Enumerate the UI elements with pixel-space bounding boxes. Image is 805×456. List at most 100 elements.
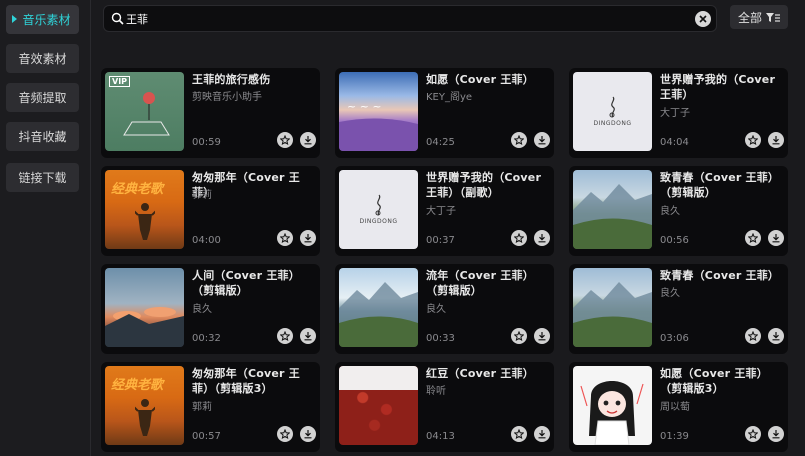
track-duration: 04:00 [192, 235, 221, 246]
track-artist: 良久 [426, 304, 446, 315]
download-icon[interactable] [768, 328, 784, 344]
thumb-script-text: ~ ~ ~ [347, 100, 382, 113]
star-icon[interactable] [745, 328, 761, 344]
cover-thumbnail[interactable] [573, 268, 652, 347]
track-artist: KEY_阁ye [426, 92, 473, 103]
track-title: 世界赠予我的（Cover 王菲） [660, 73, 776, 101]
music-note-icon [375, 194, 381, 216]
close-icon[interactable] [695, 11, 711, 27]
filter-button[interactable]: 全部 [730, 5, 788, 29]
sidebar-item-music[interactable]: 音乐素材 [6, 5, 79, 34]
track-artist: 良久 [192, 304, 212, 315]
track-title: 如愿（Cover 王菲）（剪辑版3） [660, 367, 768, 395]
music-card[interactable]: VIP 王菲的旅行感伤 剪映音乐小助手 00:59 [101, 68, 320, 158]
track-artist: 良久 [660, 206, 680, 217]
track-duration: 00:32 [192, 333, 221, 344]
cover-thumbnail[interactable] [573, 366, 652, 445]
download-icon[interactable] [534, 426, 550, 442]
star-icon[interactable] [277, 230, 293, 246]
cover-thumbnail[interactable] [105, 268, 184, 347]
music-card[interactable]: 致青春（Cover 王菲） 良久 03:06 [569, 264, 788, 354]
music-card[interactable]: 人间（Cover 王菲）（剪辑版） 良久 00:32 [101, 264, 320, 354]
star-icon[interactable] [511, 426, 527, 442]
track-duration: 03:06 [660, 333, 689, 344]
star-icon[interactable] [511, 230, 527, 246]
track-duration: 00:59 [192, 137, 221, 148]
sidebar-item-label: 抖音收藏 [18, 130, 67, 144]
search-input[interactable] [126, 10, 686, 28]
cover-thumbnail[interactable] [339, 366, 418, 445]
track-title: 人间（Cover 王菲）（剪辑版） [192, 269, 300, 297]
star-icon[interactable] [745, 132, 761, 148]
track-artist: 剪映音乐小助手 [192, 92, 262, 103]
music-card[interactable]: 流年（Cover 王菲）（剪辑版） 良久 00:33 [335, 264, 554, 354]
star-icon[interactable] [745, 230, 761, 246]
download-icon[interactable] [300, 132, 316, 148]
sidebar-item-label: 音乐素材 [22, 13, 71, 27]
download-icon[interactable] [534, 230, 550, 246]
sidebar-item-label: 音效素材 [18, 52, 67, 66]
sidebar-item-link-download[interactable]: 链接下载 [6, 163, 79, 192]
music-note-icon [609, 96, 615, 118]
star-icon[interactable] [745, 426, 761, 442]
track-duration: 04:13 [426, 431, 455, 442]
thumb-banner-text: 经典老歌 [111, 378, 164, 393]
cover-thumbnail[interactable]: 经典老歌 [105, 170, 184, 249]
download-icon[interactable] [768, 230, 784, 246]
main-panel: 全部 VIP 王菲的旅行感伤剪映音乐小助手 00:59 ~ ~ ~ 如愿（Cover 王… [91, 0, 805, 456]
sidebar-item-audio-extract[interactable]: 音频提取 [6, 83, 79, 112]
track-artist: 郭莉 [192, 190, 212, 201]
track-title: 世界赠予我的（Cover 王菲）（副歌） [426, 171, 542, 199]
sidebar-item-label: 音频提取 [18, 91, 67, 105]
track-title: 如愿（Cover 王菲） [426, 73, 534, 86]
music-card[interactable]: 如愿（Cover 王菲）（剪辑版3） 周以萄 01:39 [569, 362, 788, 452]
music-card[interactable]: 经典老歌 匆匆那年（Cover 王菲） 郭莉 04:00 [101, 166, 320, 256]
cover-thumbnail[interactable]: ~ ~ ~ [339, 72, 418, 151]
music-card[interactable]: DINGDONG 世界赠予我的（Cover 王菲） 大丁子 04:04 [569, 68, 788, 158]
music-card[interactable]: 致青春（Cover 王菲）（剪辑版） 良久 00:56 [569, 166, 788, 256]
track-title: 王菲的旅行感伤 [192, 73, 271, 86]
star-icon[interactable] [511, 328, 527, 344]
download-icon[interactable] [300, 230, 316, 246]
download-icon[interactable] [300, 328, 316, 344]
cover-thumbnail[interactable]: 经典老歌 [105, 366, 184, 445]
sidebar-item-douyin-favorites[interactable]: 抖音收藏 [6, 122, 79, 151]
music-card[interactable]: DINGDONG 世界赠予我的（Cover 王菲）（副歌） 大丁子 00:37 [335, 166, 554, 256]
cover-thumbnail[interactable] [339, 268, 418, 347]
mountain-landscape [339, 282, 418, 347]
download-icon[interactable] [534, 132, 550, 148]
star-icon[interactable] [277, 426, 293, 442]
download-icon[interactable] [768, 132, 784, 148]
cover-thumbnail[interactable]: DINGDONG [339, 170, 418, 249]
track-artist: 大丁子 [660, 108, 690, 119]
track-artist: 良久 [660, 288, 680, 299]
track-duration: 01:39 [660, 431, 689, 442]
cover-thumbnail[interactable] [573, 170, 652, 249]
vip-badge: VIP [109, 76, 131, 87]
star-icon[interactable] [511, 132, 527, 148]
search-bar [103, 5, 717, 32]
track-artist: 聆听 [426, 386, 446, 397]
music-card[interactable]: 经典老歌 匆匆那年（Cover 王菲）（剪辑版3） 郭莉 00:57 [101, 362, 320, 452]
cover-thumbnail[interactable]: DINGDONG [573, 72, 652, 151]
person-silhouette [135, 399, 155, 436]
star-icon[interactable] [277, 328, 293, 344]
person-silhouette [135, 203, 155, 240]
cover-thumbnail[interactable]: VIP [105, 72, 184, 151]
sidebar: 音乐素材 音效素材 音频提取 抖音收藏 链接下载 [0, 0, 91, 456]
thumb-logo-text: DINGDONG [359, 218, 398, 225]
music-card[interactable]: 红豆（Cover 王菲） 聆听 04:13 [335, 362, 554, 452]
track-title: 红豆（Cover 王菲） [426, 367, 534, 380]
caret-right-icon [12, 15, 17, 23]
track-duration: 00:33 [426, 333, 455, 344]
download-icon[interactable] [534, 328, 550, 344]
download-icon[interactable] [768, 426, 784, 442]
search-icon [111, 12, 124, 25]
star-icon[interactable] [277, 132, 293, 148]
music-card[interactable]: ~ ~ ~ 如愿（Cover 王菲） KEY_阁ye 04:25 [335, 68, 554, 158]
filter-label: 全部 [738, 10, 763, 25]
track-artist: 郭莉 [192, 402, 212, 413]
sidebar-item-sound-effects[interactable]: 音效素材 [6, 44, 79, 73]
download-icon[interactable] [300, 426, 316, 442]
mountain-landscape [573, 184, 652, 249]
